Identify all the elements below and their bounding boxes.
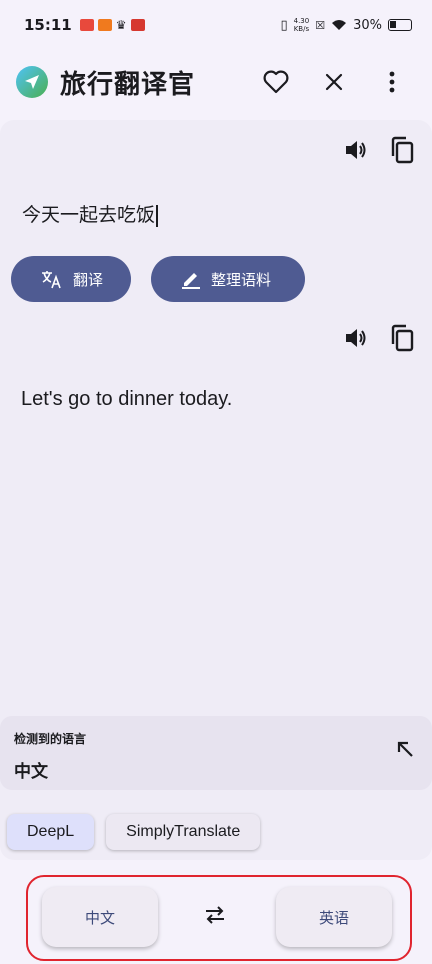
copy-input-button[interactable] (390, 136, 414, 168)
net-speed-unit: KB/s (293, 25, 310, 33)
swap-languages-button[interactable] (204, 905, 226, 929)
target-language-button[interactable]: 英语 (276, 887, 392, 947)
speak-output-button[interactable] (344, 327, 368, 353)
more-menu-button[interactable] (368, 58, 416, 106)
net-speed-value: 4.30 (293, 17, 310, 25)
close-button[interactable] (310, 58, 358, 106)
copy-output-button[interactable] (390, 324, 414, 356)
edit-icon (182, 273, 200, 289)
arrow-up-left-icon (397, 741, 413, 757)
translate-button[interactable]: 翻译 (11, 256, 131, 302)
battery-level: 30% (353, 17, 382, 33)
copy-icon (391, 136, 414, 164)
apply-detected-button[interactable] (396, 740, 414, 762)
text-caret (156, 204, 158, 227)
engine-chip-simplytranslate[interactable]: SimplyTranslate (106, 814, 261, 850)
detected-language-value: 中文 (14, 762, 48, 782)
app-bar: 旅行翻译官 (0, 50, 432, 114)
speaker-icon (346, 329, 366, 347)
engine-chip-deepl[interactable]: DeepL (7, 814, 95, 850)
translate-icon (42, 271, 61, 289)
source-language-button[interactable]: 中文 (42, 887, 158, 947)
close-icon (325, 73, 343, 91)
app-logo-icon (16, 66, 48, 98)
translation-card: 今天一起去吃饭 翻译 整理语料 Let's go to dinner today… (0, 120, 432, 860)
notification-icon (79, 19, 94, 31)
crown-icon: ♛ (115, 18, 127, 32)
heart-icon (263, 70, 289, 94)
more-vert-icon (389, 71, 395, 93)
speak-input-button[interactable] (344, 139, 368, 165)
speaker-icon (346, 141, 366, 159)
status-bar: 15:11 ♛ ▯ 4.30 KB/s ☒ 30% (0, 0, 432, 50)
status-time: 15:11 (24, 16, 72, 34)
organize-corpus-button[interactable]: 整理语料 (151, 256, 305, 302)
favorite-button[interactable] (252, 58, 300, 106)
source-text: 今天一起去吃饭 (22, 204, 156, 226)
vibrate-icon: ▯ (280, 17, 288, 33)
detected-language-label: 检测到的语言 (14, 732, 87, 746)
translated-text: Let's go to dinner today. (21, 388, 233, 410)
app-title: 旅行翻译官 (60, 69, 196, 100)
sim-icon: ☒ (315, 18, 326, 32)
language-selector-bar: 中文 英语 (26, 875, 412, 961)
copy-icon (391, 324, 414, 352)
notification-icon (97, 19, 112, 31)
wifi-icon (332, 20, 347, 30)
battery-icon (388, 19, 412, 31)
swap-arrows-icon (206, 906, 224, 924)
net-speed: 4.30 KB/s (294, 17, 310, 33)
detected-language-panel[interactable]: 检测到的语言 中文 (0, 716, 432, 790)
source-text-input[interactable]: 今天一起去吃饭 (22, 200, 158, 227)
notification-icon (130, 19, 145, 31)
translate-label: 翻译 (73, 270, 104, 289)
organize-label: 整理语料 (211, 270, 272, 289)
